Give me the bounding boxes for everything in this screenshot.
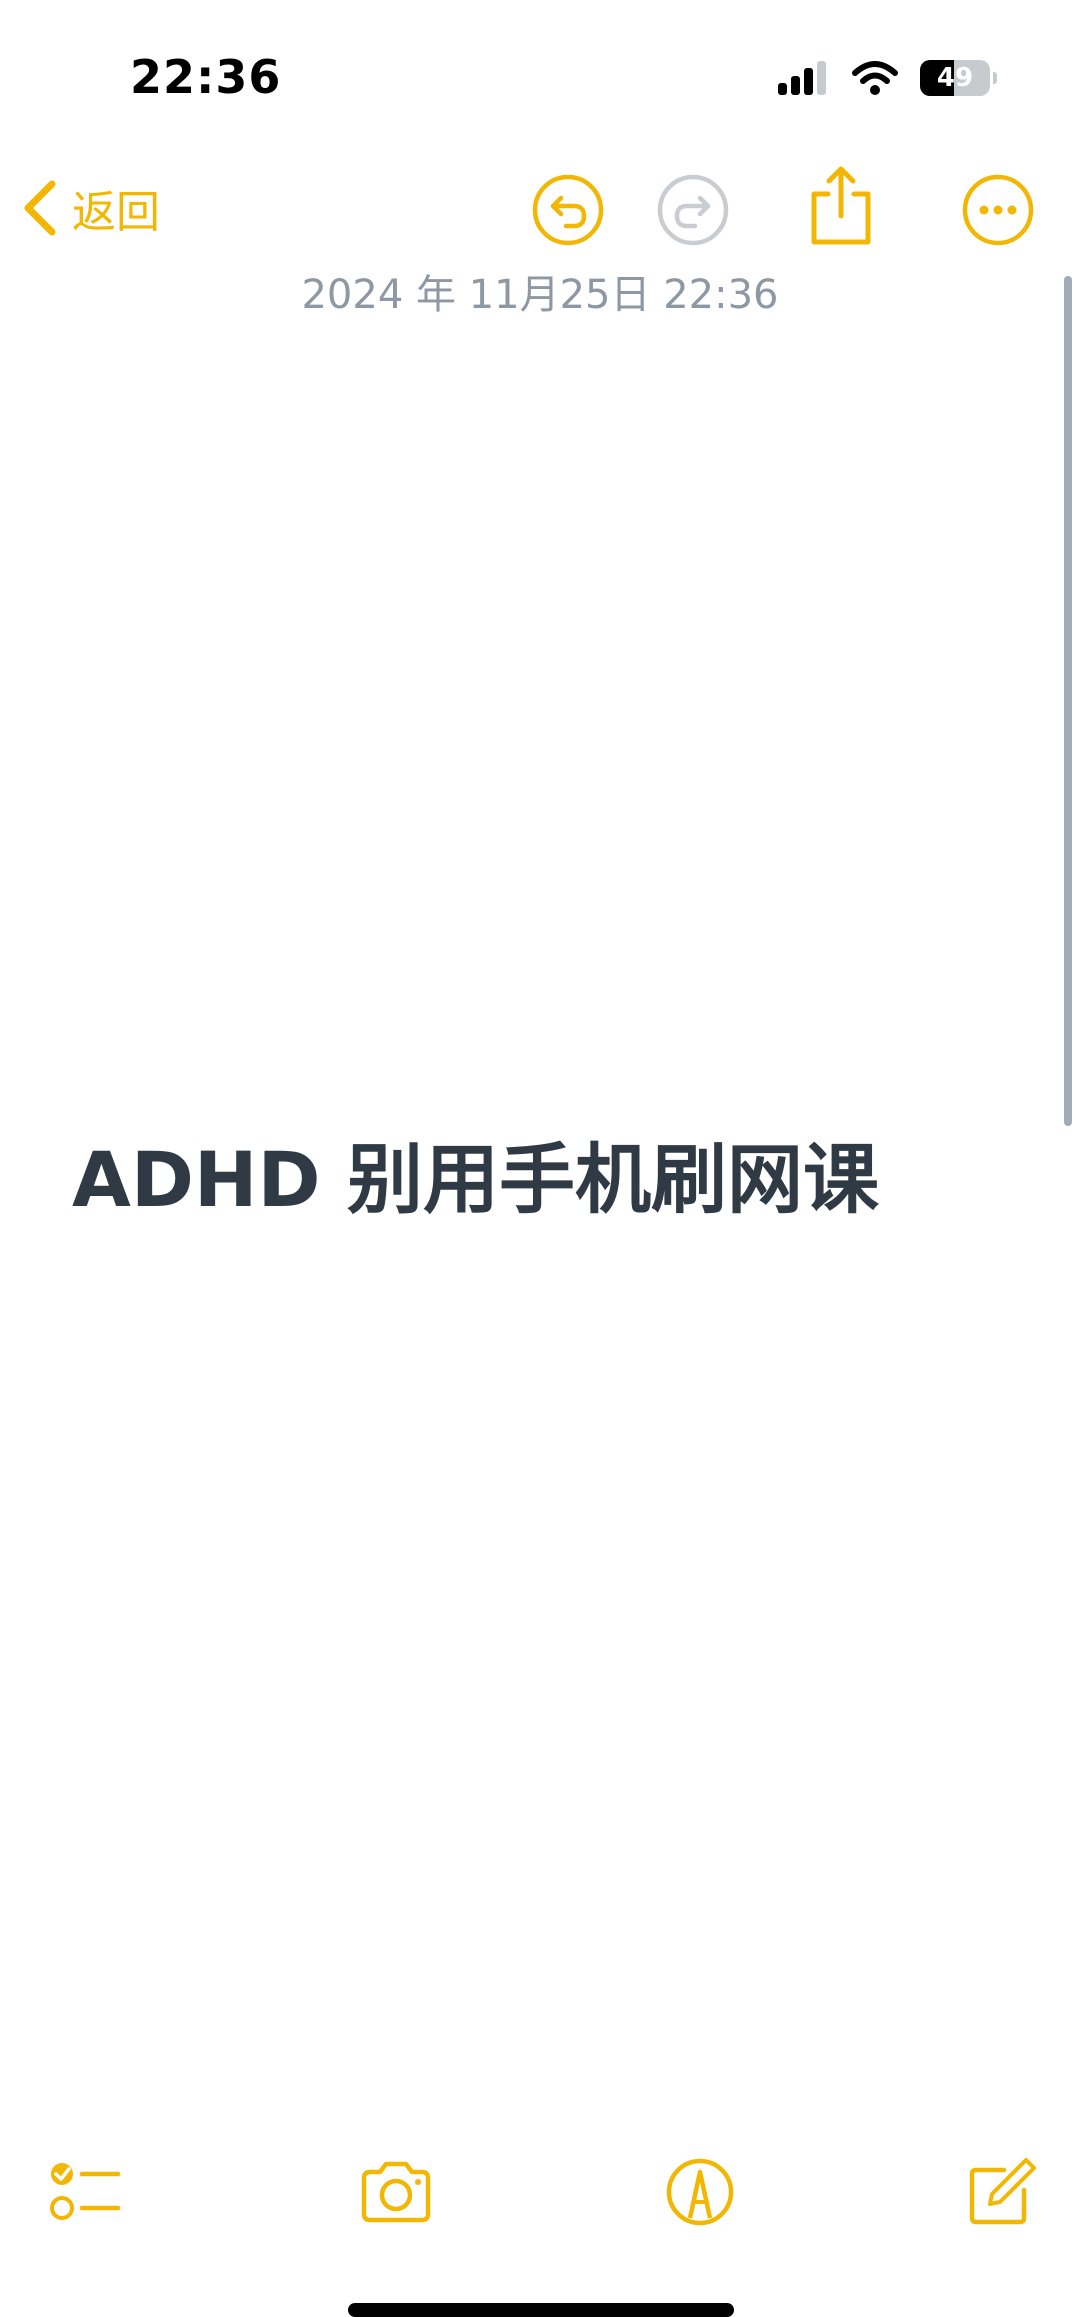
status-icons: 49 — [778, 60, 997, 96]
wifi-icon — [852, 61, 898, 95]
undo-icon[interactable] — [530, 172, 606, 248]
note-date: 2024 年 11月25日 22:36 — [301, 272, 779, 318]
home-indicator[interactable] — [348, 2303, 734, 2317]
markup-icon[interactable] — [660, 2152, 740, 2232]
checklist-icon[interactable] — [46, 2152, 126, 2232]
status-bar: 22:36 49 — [0, 0, 1080, 150]
back-button[interactable]: 返回 — [22, 176, 160, 240]
battery-icon: 49 — [920, 60, 997, 96]
back-label: 返回 — [72, 187, 160, 238]
bottom-toolbar — [0, 2140, 1080, 2240]
scrollbar[interactable] — [1064, 276, 1072, 1126]
redo-icon[interactable] — [655, 172, 731, 248]
cellular-signal-icon — [778, 61, 826, 95]
status-time: 22:36 — [130, 50, 282, 104]
nav-bar: 返回 — [0, 160, 1080, 260]
battery-level: 49 — [936, 63, 974, 93]
note-title[interactable]: ADHD 别用手机刷网课 — [72, 1118, 879, 1228]
share-icon[interactable] — [806, 164, 876, 248]
back-chevron-icon — [24, 180, 56, 236]
compose-icon[interactable] — [960, 2152, 1040, 2232]
more-icon[interactable] — [960, 172, 1036, 248]
camera-icon[interactable] — [356, 2152, 436, 2232]
